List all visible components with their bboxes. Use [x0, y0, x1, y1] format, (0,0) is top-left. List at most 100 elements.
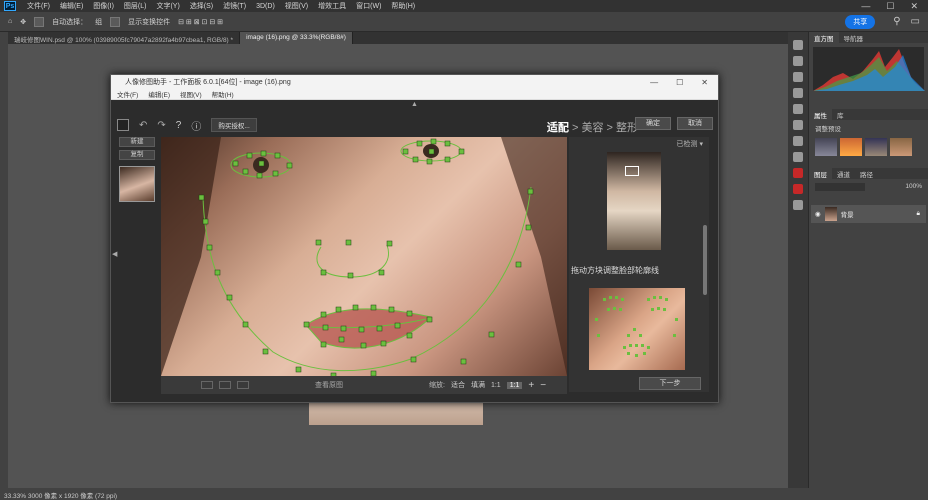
- 3d-icon[interactable]: [793, 200, 803, 210]
- view-mode-3-icon[interactable]: [237, 381, 249, 389]
- layer-select-dropdown[interactable]: 组: [95, 17, 102, 27]
- text-icon[interactable]: [793, 136, 803, 146]
- paragraph-icon[interactable]: [793, 152, 803, 162]
- history-icon[interactable]: [793, 40, 803, 50]
- cancel-button[interactable]: 取消: [677, 117, 713, 130]
- collapse-left-icon[interactable]: ◀: [112, 250, 117, 258]
- help-icon[interactable]: ?: [176, 120, 182, 131]
- step-current: 适配: [546, 122, 569, 134]
- plugin2-icon[interactable]: [793, 184, 803, 194]
- menu-view[interactable]: 视图(V): [280, 1, 313, 11]
- minimize-button[interactable]: —: [861, 1, 870, 12]
- left-column: 新建 复制: [119, 137, 161, 392]
- preset-thumb[interactable]: [840, 138, 862, 156]
- info-icon[interactable]: [793, 104, 803, 114]
- tab-channels[interactable]: 通道: [832, 168, 855, 179]
- layer-filter[interactable]: [815, 183, 865, 191]
- plugin-maximize-button[interactable]: ☐: [676, 78, 683, 87]
- step-2: 美容: [581, 122, 604, 134]
- new-button[interactable]: 新建: [119, 137, 155, 147]
- zoom-fit-button[interactable]: 适合: [451, 380, 465, 390]
- menu-file[interactable]: 文件(F): [22, 1, 55, 11]
- adjustment-presets-label: 调整预设: [815, 126, 841, 133]
- menu-select[interactable]: 选择(S): [185, 1, 218, 11]
- reference-image: [607, 152, 661, 250]
- align-icons[interactable]: ⊟ ⊞ ⊠ ⊡ ⊟ ⊞: [178, 18, 223, 26]
- menu-layer[interactable]: 图层(L): [119, 1, 152, 11]
- menu-image[interactable]: 图像(I): [88, 1, 119, 11]
- menu-plugins[interactable]: 增效工具: [313, 1, 351, 11]
- home-icon[interactable]: ⌂: [8, 18, 12, 25]
- tab-properties[interactable]: 属性: [809, 109, 832, 120]
- image-thumbnail[interactable]: [119, 166, 155, 202]
- zoom-label: 缩放:: [429, 382, 445, 389]
- eye-icon[interactable]: ◉: [815, 210, 821, 218]
- undo-icon[interactable]: ↶: [139, 120, 147, 131]
- plugin-icon[interactable]: [793, 168, 803, 178]
- redo-icon[interactable]: ↷: [157, 120, 165, 131]
- menu-window[interactable]: 窗口(W): [351, 1, 386, 11]
- menu-edit[interactable]: 编辑(E): [55, 1, 88, 11]
- tab-paths[interactable]: 路径: [855, 168, 878, 179]
- plugin-menu-edit[interactable]: 编辑(E): [148, 89, 170, 99]
- opacity-value[interactable]: 100%: [905, 183, 922, 191]
- tab-image[interactable]: image (16).png @ 33.3%(RGB/8#): [240, 32, 353, 44]
- preset-thumb[interactable]: [815, 138, 837, 156]
- face-landmark-overlay[interactable]: [161, 137, 567, 376]
- step-sep: >: [603, 122, 616, 134]
- plugin-menubar: 文件(F) 编辑(E) 视图(V) 帮助(H): [111, 89, 718, 100]
- layer-row[interactable]: ◉ 背景 🔒︎: [811, 205, 926, 223]
- zoom-1to1-button[interactable]: 1:1: [491, 382, 501, 389]
- buy-license-button[interactable]: 购买授权...: [211, 118, 257, 132]
- tab-histogram[interactable]: 直方图: [809, 32, 839, 43]
- collapse-up-icon[interactable]: ▲: [411, 101, 418, 108]
- menu-3d[interactable]: 3D(D): [251, 3, 280, 10]
- view-mode-1-icon[interactable]: [201, 381, 213, 389]
- status-bar: 33.33% 3000 像素 x 1920 像素 (72 ppi): [0, 488, 928, 500]
- auto-select-checkbox[interactable]: [34, 16, 45, 27]
- plugin-menu-view[interactable]: 视图(V): [180, 89, 202, 99]
- maximize-button[interactable]: ☐: [886, 1, 894, 12]
- zoom-fill-button[interactable]: 填满: [471, 380, 485, 390]
- view-mode-2-icon[interactable]: [219, 381, 231, 389]
- copy-button[interactable]: 复制: [119, 150, 155, 160]
- brush-icon[interactable]: [793, 120, 803, 130]
- move-tool-icon[interactable]: ✥: [20, 18, 26, 26]
- tab-psd[interactable]: 瑞岐修图WIN.psd @ 100% (03989005fc79047a2892…: [8, 32, 241, 44]
- histogram: [813, 47, 925, 91]
- zoom-ratio-value[interactable]: 1:1: [506, 381, 523, 389]
- right-scrollbar[interactable]: [703, 225, 707, 295]
- tab-libraries[interactable]: 库: [832, 109, 849, 120]
- plugin-window: 人像修图助手 - 工作面板 6.0.1[64位] - image (16).pn…: [110, 74, 719, 403]
- share-button[interactable]: 共享: [845, 14, 876, 29]
- search-icon[interactable]: ⚲: [893, 16, 900, 27]
- lock-icon: 🔒︎: [916, 210, 920, 217]
- plugin-menu-file[interactable]: 文件(F): [117, 89, 138, 99]
- zoom-in-button[interactable]: +: [528, 380, 534, 391]
- plugin-menu-help[interactable]: 帮助(H): [212, 89, 234, 99]
- show-transform-checkbox[interactable]: [110, 16, 121, 27]
- menu-filter[interactable]: 滤镜(T): [218, 1, 251, 11]
- photoshop-logo-icon: Ps: [4, 1, 16, 11]
- play-icon[interactable]: [793, 72, 803, 82]
- layers-icon[interactable]: [793, 88, 803, 98]
- preset-thumb[interactable]: [865, 138, 887, 156]
- tab-layers[interactable]: 图层: [809, 168, 832, 179]
- close-button[interactable]: ✕: [910, 1, 918, 12]
- plugin-minimize-button[interactable]: —: [650, 78, 658, 87]
- menu-type[interactable]: 文字(Y): [151, 1, 184, 11]
- guide-image: [589, 288, 685, 370]
- face-photo-canvas[interactable]: [161, 137, 567, 376]
- plugin-close-button[interactable]: ✕: [701, 78, 708, 87]
- preset-thumb[interactable]: [890, 138, 912, 156]
- tools-panel[interactable]: [0, 32, 8, 488]
- workspace-icon[interactable]: ▭: [911, 16, 920, 27]
- view-original-button[interactable]: 查看原图: [315, 380, 343, 390]
- zoom-out-button[interactable]: −: [540, 380, 546, 391]
- image-icon[interactable]: [793, 56, 803, 66]
- tab-navigator[interactable]: 导航器: [839, 32, 869, 43]
- next-step-button[interactable]: 下一步: [639, 377, 701, 390]
- info-icon[interactable]: ⓘ: [191, 118, 201, 133]
- confirm-button[interactable]: 确定: [635, 117, 671, 130]
- menu-help[interactable]: 帮助(H): [386, 1, 420, 11]
